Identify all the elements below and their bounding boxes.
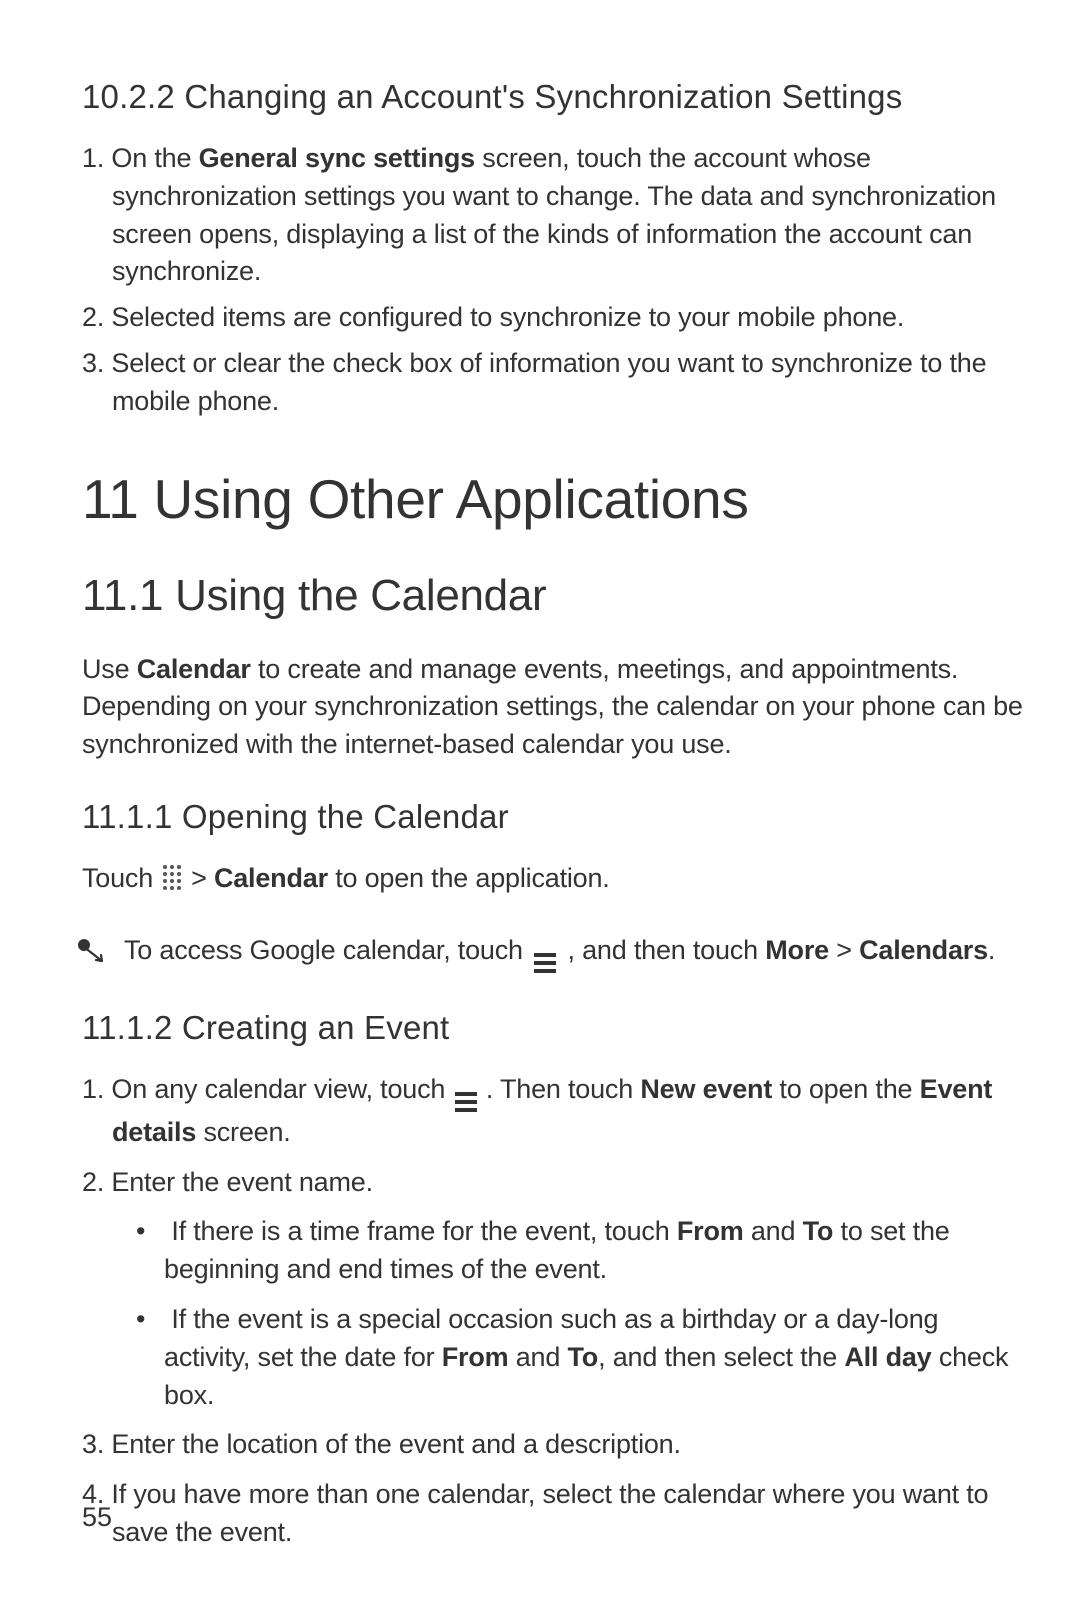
- text: to open the application.: [328, 863, 610, 893]
- sub-bullet-1: If there is a time frame for the event, …: [82, 1213, 1024, 1289]
- list-item-11-1-2-2: 2. Enter the event name.: [82, 1164, 1024, 1202]
- heading-11-1-1: 11.1.1 Opening the Calendar: [82, 798, 1024, 836]
- text: >: [191, 863, 214, 893]
- open-calendar-line: Touch > Calendar to open the application…: [82, 860, 1024, 898]
- menu-icon: [534, 955, 556, 975]
- text: and: [508, 1342, 567, 1372]
- list-item-11-1-2-3: 3. Enter the location of the event and a…: [82, 1426, 1024, 1464]
- text: and: [744, 1216, 803, 1246]
- heading-11-1: 11.1 Using the Calendar: [82, 571, 1024, 621]
- list-item-10-2-2-1: 1. On the General sync settings screen, …: [82, 140, 1024, 291]
- tip-arrow-icon: [76, 937, 110, 969]
- text: .: [988, 935, 995, 965]
- text: 1. On the: [82, 143, 199, 173]
- list-item-11-1-2-4: 4. If you have more than one calendar, s…: [82, 1476, 1024, 1552]
- bold-calendar: Calendar: [137, 654, 251, 684]
- text: > Calendar to open the application.: [191, 860, 610, 898]
- bold-new-event: New event: [640, 1074, 772, 1104]
- heading-11: 11 Using Other Applications: [82, 467, 1024, 531]
- text: , and then select the: [598, 1342, 844, 1372]
- bold-all-day: All day: [844, 1342, 931, 1372]
- list-item-10-2-2-2: 2. Selected items are configured to sync…: [82, 299, 1024, 337]
- bold-more: More: [765, 935, 829, 965]
- text: 1. On any calendar view, touch: [82, 1074, 453, 1104]
- text: To access Google calendar, touch: [124, 935, 530, 965]
- heading-11-1-2: 11.1.2 Creating an Event: [82, 1009, 1024, 1047]
- text: . Then touch: [486, 1074, 641, 1104]
- para-11-1: Use Calendar to create and manage events…: [82, 651, 1024, 764]
- text: If there is a time frame for the event, …: [171, 1216, 677, 1246]
- text: to open the: [772, 1074, 920, 1104]
- list-item-10-2-2-3: 3. Select or clear the check box of info…: [82, 345, 1024, 421]
- bold-to2: To: [568, 1342, 599, 1372]
- text: screen.: [196, 1117, 290, 1147]
- note-google-calendar: To access Google calendar, touch , and t…: [76, 932, 1024, 975]
- list-item-11-1-2-1: 1. On any calendar view, touch . Then to…: [82, 1071, 1024, 1152]
- bold-from2: From: [442, 1342, 509, 1372]
- bold-general-sync: General sync settings: [199, 143, 475, 173]
- heading-10-2-2: 10.2.2 Changing an Account's Synchroniza…: [82, 78, 1024, 116]
- text: Touch: [82, 860, 153, 898]
- menu-icon: [455, 1094, 477, 1114]
- text: >: [829, 935, 859, 965]
- bold-calendars: Calendars: [859, 935, 988, 965]
- bold-calendar-open: Calendar: [214, 863, 328, 893]
- page-number: 55: [82, 1502, 112, 1533]
- sub-bullet-2: If the event is a special occasion such …: [82, 1301, 1024, 1414]
- bold-from: From: [677, 1216, 744, 1246]
- bold-to: To: [803, 1216, 834, 1246]
- apps-grid-icon: [163, 866, 181, 891]
- text: Use: [82, 654, 137, 684]
- text: , and then touch: [567, 935, 765, 965]
- text: To access Google calendar, touch , and t…: [124, 932, 995, 975]
